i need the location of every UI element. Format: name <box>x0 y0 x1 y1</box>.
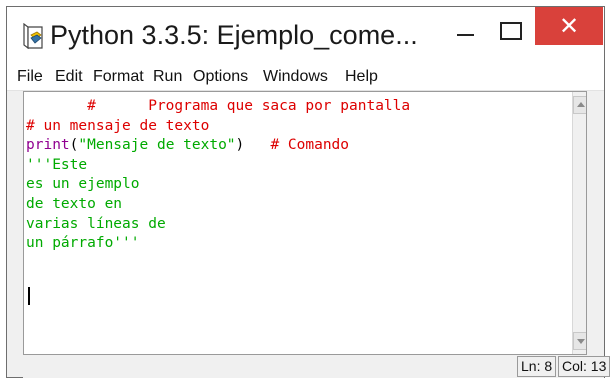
code-token: ) <box>235 137 271 154</box>
arrow-down-icon <box>577 339 585 344</box>
code-token: # Comando <box>270 137 350 154</box>
code-token: # Programa que saca por pantalla <box>26 98 411 114</box>
maximize-button[interactable] <box>489 11 535 49</box>
code-token: '''Este <box>26 156 88 173</box>
code-line: # un mensaje de texto <box>26 117 410 137</box>
code-token: varias líneas de <box>26 215 166 232</box>
minimize-icon <box>457 34 474 36</box>
code-line: es un ejemplo <box>26 175 410 195</box>
minimize-button[interactable] <box>443 11 489 49</box>
code-line: '''Este <box>26 156 410 176</box>
code-line: un párrafo''' <box>26 234 410 254</box>
code-token: de texto en <box>26 195 123 212</box>
maximize-icon <box>500 22 522 40</box>
code-line: print("Mensaje de texto") # Comando <box>26 136 410 156</box>
arrow-up-icon <box>577 102 585 107</box>
code-line: varias líneas de <box>26 215 410 235</box>
code-token: un párrafo''' <box>26 235 140 252</box>
menu-run[interactable]: Run <box>153 68 182 86</box>
scroll-down-button[interactable] <box>573 332 586 350</box>
close-icon: ✕ <box>558 12 580 40</box>
window-title: Python 3.3.5: Ejemplo_come... <box>50 20 418 50</box>
close-button[interactable]: ✕ <box>535 7 603 45</box>
code-token: # un mensaje de texto <box>26 117 210 134</box>
code-editor[interactable]: # Programa que saca por pantalla # un men… <box>23 91 587 355</box>
vertical-scrollbar[interactable] <box>572 92 586 354</box>
menu-help[interactable]: Help <box>345 68 378 86</box>
code-line: de texto en <box>26 195 410 215</box>
idle-editor-window: Python 3.3.5: Ejemplo_come... ✕ File Edi… <box>6 6 611 378</box>
code-token: "Mensaje de texto" <box>78 137 236 154</box>
menu-options[interactable]: Options <box>193 68 248 86</box>
status-bar: Ln: 8 Col: 13 <box>23 355 611 378</box>
code-text[interactable]: # Programa que saca por pantalla # un men… <box>26 97 410 254</box>
text-cursor <box>28 287 30 305</box>
scroll-up-button[interactable] <box>573 96 586 114</box>
menu-bar: File Edit Format Run Options Windows Hel… <box>7 63 604 91</box>
status-column: Col: 13 <box>558 356 611 377</box>
code-token: es un ejemplo <box>26 176 140 193</box>
python-idle-icon <box>23 23 43 49</box>
menu-format[interactable]: Format <box>93 68 144 86</box>
status-line: Ln: 8 <box>517 356 557 377</box>
menu-file[interactable]: File <box>17 68 43 86</box>
menu-edit[interactable]: Edit <box>55 68 83 86</box>
title-bar[interactable]: Python 3.3.5: Ejemplo_come... ✕ <box>7 7 604 63</box>
code-token: print <box>26 137 70 154</box>
menu-windows[interactable]: Windows <box>263 68 328 86</box>
code-line: # Programa que saca por pantalla <box>26 97 410 117</box>
